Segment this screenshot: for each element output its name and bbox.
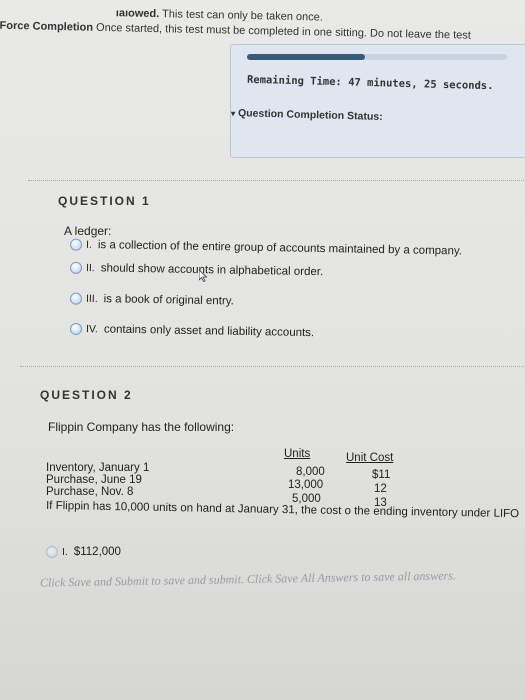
q1-option-3[interactable]: III. is a book of original entry. bbox=[69, 292, 234, 308]
option-text: is a book of original entry. bbox=[103, 293, 234, 308]
radio-button[interactable] bbox=[69, 322, 83, 336]
option-number: I. bbox=[62, 546, 68, 558]
chevron-down-icon: ▾ bbox=[230, 109, 236, 119]
save-instructions: Click Save and Submit to save and submit… bbox=[39, 568, 456, 590]
option-text: is a collection of the entire group of a… bbox=[97, 239, 463, 258]
option-number: IV. bbox=[85, 323, 98, 336]
row-label: Inventory, January 1 bbox=[46, 462, 150, 474]
row-units: 5,000 bbox=[292, 493, 321, 505]
remaining-time: Remaining Time: 47 minutes, 25 seconds. bbox=[246, 73, 494, 93]
unit-cost-column-header: Unit Cost bbox=[346, 452, 394, 464]
radio-button[interactable] bbox=[69, 238, 83, 251]
q2-option-1[interactable]: I. $112,000 bbox=[46, 546, 121, 558]
option-number: III. bbox=[85, 292, 98, 306]
instruction-fragment-bold: ıaıowed. bbox=[115, 7, 160, 21]
q1-option-2[interactable]: II. should show accounts in alphabetical … bbox=[69, 261, 324, 279]
test-page: ıaıowed. This test can only be taken onc… bbox=[0, 0, 525, 700]
timer-progress-fill bbox=[247, 54, 365, 60]
q1-option-1[interactable]: I. is a collection of the entire group of… bbox=[69, 238, 463, 258]
question-1-divider bbox=[28, 180, 525, 182]
timer-panel: Remaining Time: 47 minutes, 25 seconds. … bbox=[230, 44, 525, 158]
units-column-header: Units bbox=[284, 448, 311, 460]
instruction-fragment-text: This test can only be taken once. bbox=[159, 8, 324, 24]
q1-option-4[interactable]: IV. contains only asset and liability acc… bbox=[69, 322, 315, 340]
option-text: contains only asset and liability accoun… bbox=[103, 323, 315, 340]
question-2-prompt: Flippin Company has the following: bbox=[48, 420, 235, 434]
row-label: Purchase, June 19 bbox=[46, 474, 142, 486]
question-2-text: If Flippin has 10,000 units on hand at J… bbox=[45, 499, 520, 521]
radio-button[interactable] bbox=[46, 546, 58, 558]
option-number: II. bbox=[85, 262, 95, 275]
option-text: $112,000 bbox=[73, 546, 121, 559]
question-2-title: QUESTION 2 bbox=[40, 388, 133, 402]
option-number: I. bbox=[85, 238, 92, 251]
question-2-divider bbox=[20, 366, 525, 368]
row-units: 8,000 bbox=[296, 466, 325, 478]
row-label: Purchase, Nov. 8 bbox=[46, 486, 134, 498]
question-completion-status[interactable]: ▾ Question Completion Status: bbox=[231, 107, 383, 123]
row-cost: 12 bbox=[374, 483, 387, 495]
radio-button[interactable] bbox=[69, 261, 83, 274]
mouse-cursor-icon bbox=[199, 270, 207, 282]
option-text: should show accounts in alphabetical ord… bbox=[100, 262, 324, 279]
question-1-prompt: A ledger: bbox=[64, 224, 112, 238]
test-instructions: ıaıowed. This test can only be taken onc… bbox=[0, 6, 471, 41]
question-1-title: QUESTION 1 bbox=[58, 194, 151, 208]
row-cost: $11 bbox=[372, 469, 391, 481]
status-label: Question Completion Status: bbox=[237, 107, 383, 123]
row-units: 13,000 bbox=[288, 479, 324, 491]
force-completion-label: Force Completion bbox=[0, 19, 94, 34]
radio-button[interactable] bbox=[69, 292, 83, 305]
